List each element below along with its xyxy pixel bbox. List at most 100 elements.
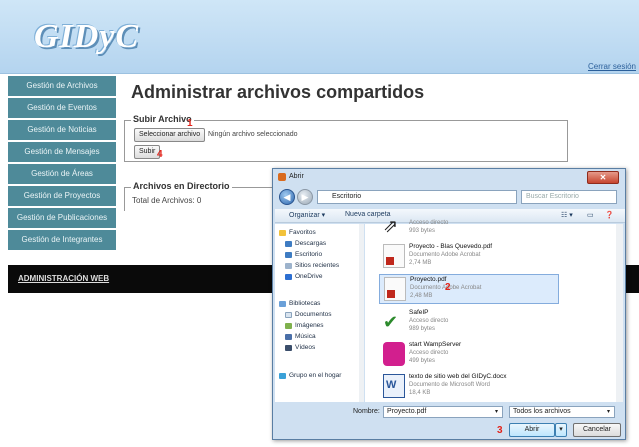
downloads-icon: [285, 241, 292, 247]
sidebar-item-proyectos[interactable]: Gestión de Proyectos: [8, 186, 116, 206]
help-icon[interactable]: ❓: [605, 211, 614, 219]
list-item[interactable]: W texto de sitio web del GIDyC.docx Docu…: [379, 372, 559, 402]
list-item[interactable]: ✔ SafeIP Acceso directo 989 bytes: [379, 308, 559, 338]
select-file-button[interactable]: Seleccionar archivo: [134, 128, 206, 142]
back-icon[interactable]: ◀: [279, 189, 295, 205]
open-dropdown-icon[interactable]: ▾: [555, 423, 567, 437]
shortcut-icon: ⇗: [383, 216, 399, 236]
sidebar-item-archivos[interactable]: Gestión de Archivos: [8, 76, 116, 96]
filename-label: Nombre:: [353, 408, 380, 415]
address-bar[interactable]: Escritorio: [317, 190, 517, 204]
onedrive-icon: [285, 274, 292, 280]
nav-images[interactable]: Imágenes: [295, 322, 324, 329]
recent-icon: [285, 263, 292, 269]
sidebar-item-areas[interactable]: Gestión de Áreas: [8, 164, 116, 184]
images-icon: [285, 323, 292, 329]
upload-legend: Subir Archivo: [131, 114, 194, 124]
dialog-title: Abrir: [289, 173, 304, 180]
file-size: 993 bytes: [409, 228, 436, 234]
file-size: 499 bytes: [409, 358, 436, 364]
nav-favorites[interactable]: Favoritos: [289, 229, 316, 236]
navigation-pane: Favoritos Descargas Escritorio Sitios re…: [275, 224, 364, 402]
file-name: SafeIP: [409, 309, 429, 316]
file-size: 18,4 KB: [409, 390, 431, 396]
dialog-navbar: ◀ ▶ Escritorio Buscar Escritorio: [277, 187, 623, 207]
nav-downloads[interactable]: Descargas: [295, 240, 326, 247]
list-item[interactable]: start WampServer Acceso directo 499 byte…: [379, 340, 559, 370]
nav-onedrive[interactable]: OneDrive: [295, 273, 322, 280]
pdf-icon: [383, 244, 405, 268]
organize-button[interactable]: Organizar ▾: [289, 211, 325, 219]
chevron-down-icon[interactable]: ▾: [495, 408, 498, 415]
search-input[interactable]: Buscar Escritorio: [521, 190, 617, 204]
file-name: texto de sitio web del GIDyC.docx: [409, 373, 507, 380]
nav-recent[interactable]: Sitios recientes: [295, 262, 339, 269]
file-size: 2,74 MB: [409, 260, 432, 266]
file-name: Proyecto.pdf: [410, 276, 447, 283]
sidebar-item-eventos[interactable]: Gestión de Eventos: [8, 98, 116, 118]
desktop-icon: [285, 252, 292, 258]
file-size: 2,48 MB: [410, 293, 433, 299]
file-list-scrollbar[interactable]: [616, 224, 623, 402]
page: GIDyC Cerrar sesión Gestión de Archivos …: [0, 0, 639, 447]
list-item[interactable]: Proyecto - Blas Quevedo.pdf Documento Ad…: [379, 242, 559, 272]
admin-band-label: ADMINISTRACIÓN WEB: [18, 274, 110, 283]
directory-total: Total de Archivos: 0: [132, 196, 202, 205]
page-title: Administrar archivos compartidos: [131, 82, 425, 102]
header: GIDyC Cerrar sesión: [0, 0, 639, 74]
filename-input[interactable]: Proyecto.pdf: [383, 406, 503, 418]
file-size: 989 bytes: [409, 326, 436, 332]
file-type: Acceso directo: [409, 350, 449, 356]
no-file-text: Ningún archivo seleccionado: [208, 131, 298, 138]
logo: GIDyC: [34, 18, 140, 55]
sidebar-item-noticias[interactable]: Gestión de Noticias: [8, 120, 116, 140]
nav-music[interactable]: Música: [295, 333, 316, 340]
open-button[interactable]: Abrir: [509, 423, 555, 437]
sidebar: Gestión de Archivos Gestión de Eventos G…: [8, 76, 116, 252]
preview-pane-icon[interactable]: ▭: [587, 211, 594, 219]
marker-4: 4: [157, 149, 163, 160]
directory-legend: Archivos en Directorio: [131, 181, 232, 191]
marker-3: 3: [497, 425, 503, 436]
sidebar-item-integrantes[interactable]: Gestión de Integrantes: [8, 230, 116, 250]
file-name: start WampServer: [409, 341, 462, 348]
file-type: Documento de Microsoft Word: [409, 382, 490, 388]
close-icon[interactable]: ✕: [587, 171, 619, 184]
file-type: Documento Adobe Acrobat: [409, 252, 481, 258]
nav-documents[interactable]: Documentos: [295, 311, 332, 318]
documents-icon: [285, 312, 292, 318]
word-icon: W: [383, 374, 405, 398]
sidebar-item-mensajes[interactable]: Gestión de Mensajes: [8, 142, 116, 162]
marker-2: 2: [445, 282, 451, 293]
wampserver-icon: [383, 342, 405, 366]
forward-icon[interactable]: ▶: [297, 189, 313, 205]
logout-link[interactable]: Cerrar sesión: [588, 62, 636, 71]
safeip-icon: ✔: [383, 312, 399, 332]
file-type: Acceso directo: [409, 220, 449, 226]
nav-desktop[interactable]: Escritorio: [295, 251, 322, 258]
nav-scrollbar[interactable]: [359, 224, 364, 402]
filename-row: Nombre: Proyecto.pdf ▾ Todos los archivo…: [273, 405, 627, 419]
cancel-button[interactable]: Cancelar: [573, 423, 621, 437]
libraries-icon: [279, 301, 286, 307]
nav-homegroup[interactable]: Grupo en el hogar: [289, 372, 341, 379]
list-item-selected[interactable]: Proyecto.pdf Documento Adobe Acrobat 2,4…: [379, 274, 559, 304]
videos-icon: [285, 345, 292, 351]
music-icon: [285, 334, 292, 340]
list-item[interactable]: ⇗ Acceso directo 993 bytes: [379, 212, 559, 242]
chevron-down-icon: ▾: [607, 409, 611, 415]
file-type-select[interactable]: Todos los archivos: [509, 406, 615, 418]
file-name: Proyecto - Blas Quevedo.pdf: [409, 243, 493, 250]
pdf-icon: [384, 277, 406, 301]
homegroup-icon: [279, 373, 286, 379]
marker-1: 1: [187, 118, 193, 129]
star-icon: [279, 230, 286, 236]
file-list: ⇗ Acceso directo 993 bytes Proyecto - Bl…: [365, 216, 623, 402]
view-icon[interactable]: ☷ ▾: [561, 211, 573, 219]
open-file-dialog: Abrir ✕ ◀ ▶ Escritorio Buscar Escritorio…: [272, 168, 626, 440]
nav-videos[interactable]: Vídeos: [295, 344, 315, 351]
sidebar-item-publicaciones[interactable]: Gestión de Publicaciones: [8, 208, 116, 228]
file-type: Acceso directo: [409, 318, 449, 324]
nav-libraries[interactable]: Bibliotecas: [289, 300, 320, 307]
dialog-icon: [278, 173, 286, 181]
